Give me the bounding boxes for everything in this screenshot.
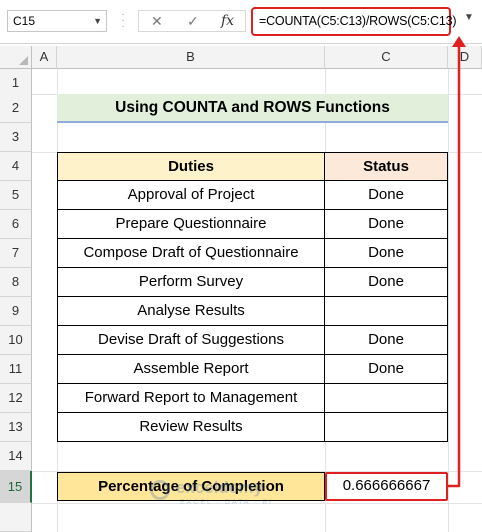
annotation-arrow <box>448 36 466 488</box>
arrow-head-icon <box>452 36 466 47</box>
